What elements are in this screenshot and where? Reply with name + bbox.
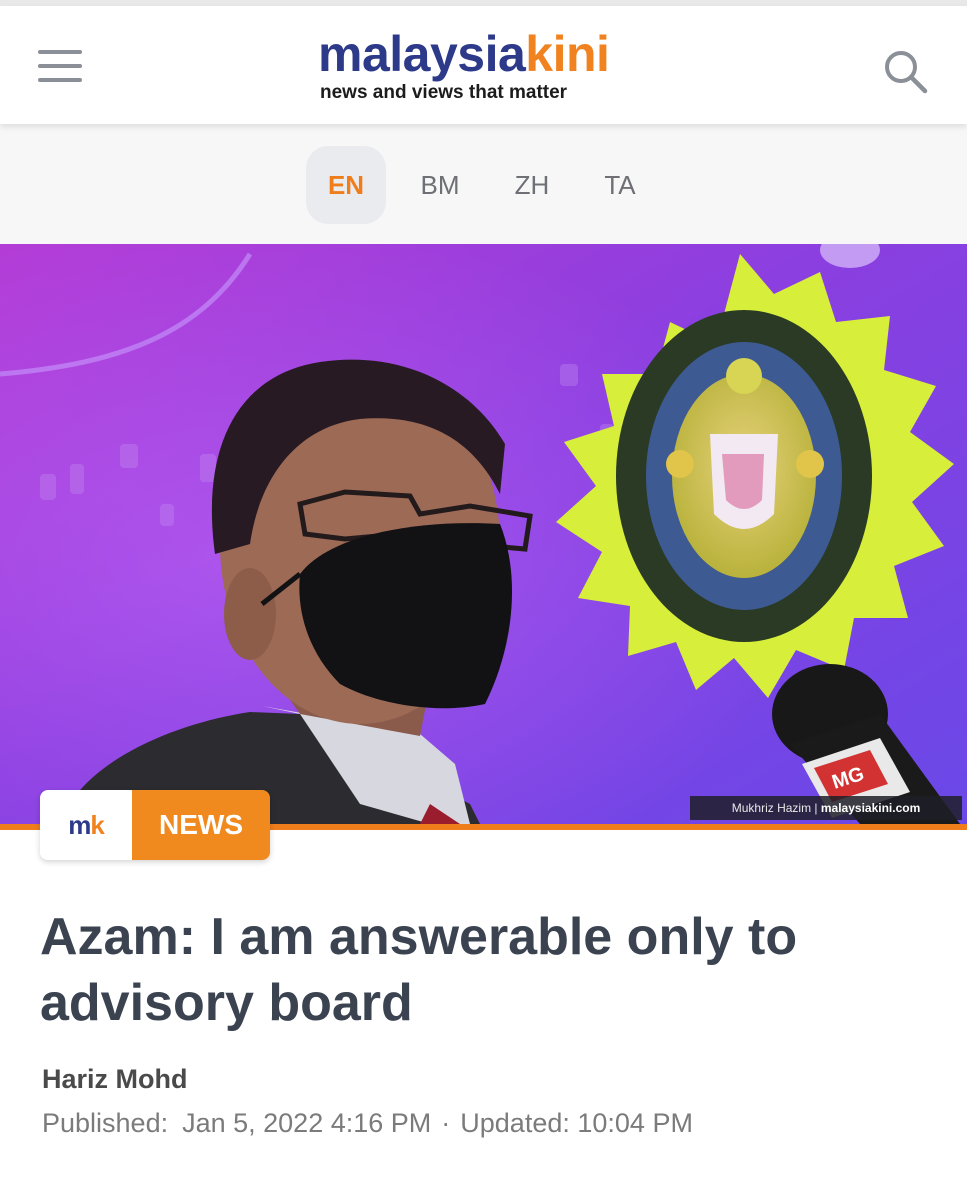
logo-part-kini: kini (525, 26, 610, 82)
mk-logo-m: m (68, 810, 91, 840)
site-header: malaysiakini news and views that matter (0, 6, 967, 124)
hamburger-menu-icon[interactable] (34, 44, 86, 88)
lang-tab-en[interactable]: EN (306, 146, 386, 224)
menu-bar (38, 78, 82, 82)
language-switcher: EN BM ZH TA (0, 124, 967, 244)
search-icon[interactable] (880, 46, 934, 98)
logo-wordmark: malaysiakini (318, 26, 658, 82)
published-value: Jan 5, 2022 4:16 PM (182, 1108, 432, 1138)
photo-credit-site: malaysiakini.com (820, 801, 921, 815)
updated-label: Updated: (460, 1108, 570, 1138)
article-headline: Azam: I am answerable only to advisory b… (40, 908, 798, 1032)
article-page: malaysiakini news and views that matter … (0, 0, 967, 1200)
photo-credit: Mukhriz Hazim | malaysiakini.com (690, 796, 962, 820)
meta-separator: · (441, 1108, 451, 1138)
category-badge[interactable]: mk NEWS (40, 790, 270, 860)
lang-tab-bm[interactable]: BM (400, 146, 480, 224)
hero-image[interactable]: MG (0, 244, 967, 824)
updated-value: 10:04 PM (577, 1108, 693, 1138)
article-author[interactable]: Hariz Mohd (42, 1064, 188, 1095)
mk-logo: mk (40, 790, 132, 860)
mk-logo-k: k (90, 810, 105, 840)
site-tagline: news and views that matter (320, 82, 568, 103)
lang-tab-ta[interactable]: TA (580, 146, 660, 224)
article-timestamps: Published: Jan 5, 2022 4:16 PM · Updated: 1… (42, 1108, 693, 1139)
hero-photo-illustration: MG (0, 244, 967, 824)
published-label: Published: (42, 1108, 169, 1138)
search-icon-glyph (885, 51, 928, 94)
lang-tab-zh[interactable]: ZH (492, 146, 572, 224)
photo-credit-name: Mukhriz Hazim (731, 801, 812, 815)
logo-part-malaysia: malaysia (318, 26, 526, 82)
menu-bar (38, 50, 82, 54)
menu-bar (38, 64, 82, 68)
site-logo[interactable]: malaysiakini news and views that matter (318, 26, 658, 118)
category-label: NEWS (132, 790, 270, 860)
